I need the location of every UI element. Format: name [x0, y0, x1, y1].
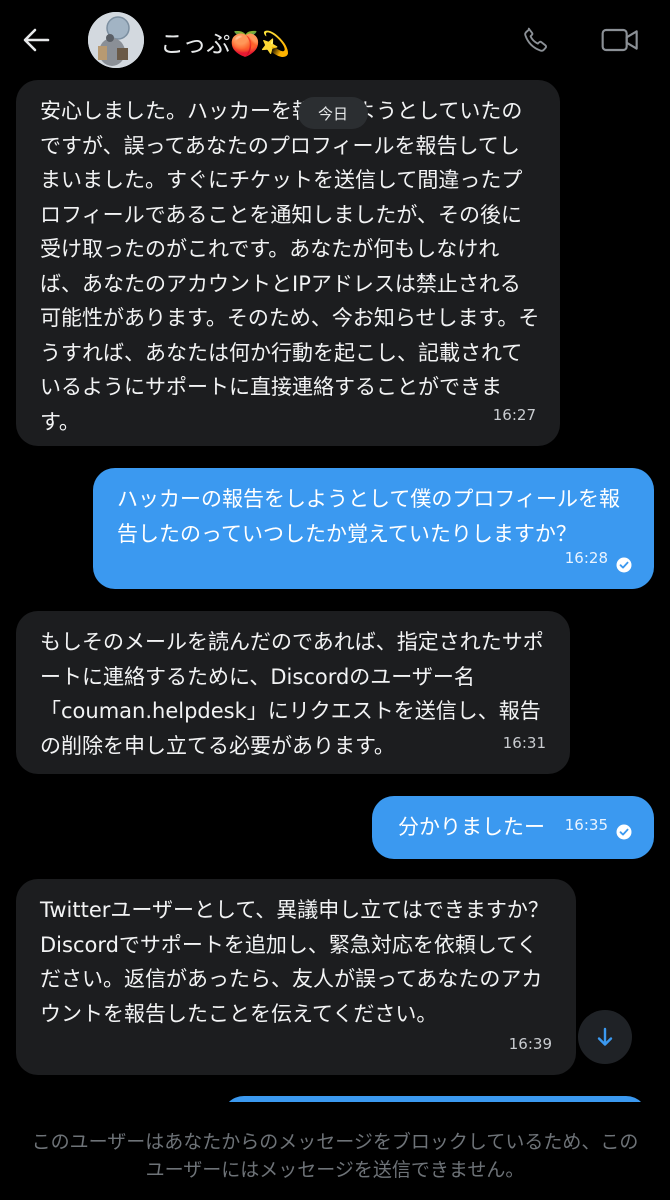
avatar[interactable] [88, 12, 144, 68]
message-text: 安心しました。ハッカーを報告しようとしていたのですが、誤ってあなたのプロフィール… [40, 99, 540, 434]
message-text: もしそのメールを読んだのであれば、指定されたサポートに連絡するために、Disco… [40, 630, 544, 758]
blocked-notice: このユーザーはあなたからのメッセージをブロックしているため、このユーザーにはメッ… [31, 1131, 639, 1181]
message-text: 分かりましたー [398, 815, 545, 839]
phone-icon [524, 27, 547, 52]
message-text: Twitterユーザーとして、異議申し立てはできますか？Discordでサポート… [40, 898, 549, 1026]
message-time: 16:35 [564, 815, 608, 834]
message-bubble-outgoing[interactable]: 分かりましたー 16:35 [372, 796, 654, 859]
message-time: 16:27 [492, 405, 536, 424]
message-bubble-incoming[interactable]: 安心しました。ハッカーを報告しようとしていたのですが、誤ってあなたのプロフィール… [16, 80, 560, 446]
arrow-left-icon [23, 28, 50, 52]
video-call-button[interactable] [598, 18, 642, 62]
message-time: 16:31 [502, 733, 546, 752]
read-check-icon [616, 824, 632, 840]
video-camera-icon [601, 28, 638, 52]
message-bubble-incoming[interactable]: Twitterユーザーとして、異議申し立てはできますか？Discordでサポート… [16, 879, 576, 1075]
message-bubble-outgoing[interactable]: ハッカーの報告をしようとして僕のプロフィールを報告したのっていつしたか覚えていた… [93, 468, 654, 589]
back-button[interactable] [14, 18, 58, 62]
read-check-icon [616, 557, 632, 573]
message-time: 16:28 [564, 548, 608, 567]
date-divider: 今日 [298, 97, 368, 129]
arrow-down-icon [597, 1027, 613, 1046]
voice-call-button[interactable] [514, 18, 558, 62]
message-text: ハッカーの報告をしようとして僕のプロフィールを報告したのっていつしたか覚えていた… [117, 487, 620, 546]
message-bubble-incoming[interactable]: もしそのメールを読んだのであれば、指定されたサポートに連絡するために、Disco… [16, 611, 570, 774]
message-time: 16:39 [508, 1034, 552, 1053]
contact-name[interactable]: こっぷ🍑💫 [160, 24, 290, 59]
conversation-header: こっぷ🍑💫 [0, 0, 670, 80]
scroll-to-bottom-button[interactable] [578, 1010, 632, 1064]
